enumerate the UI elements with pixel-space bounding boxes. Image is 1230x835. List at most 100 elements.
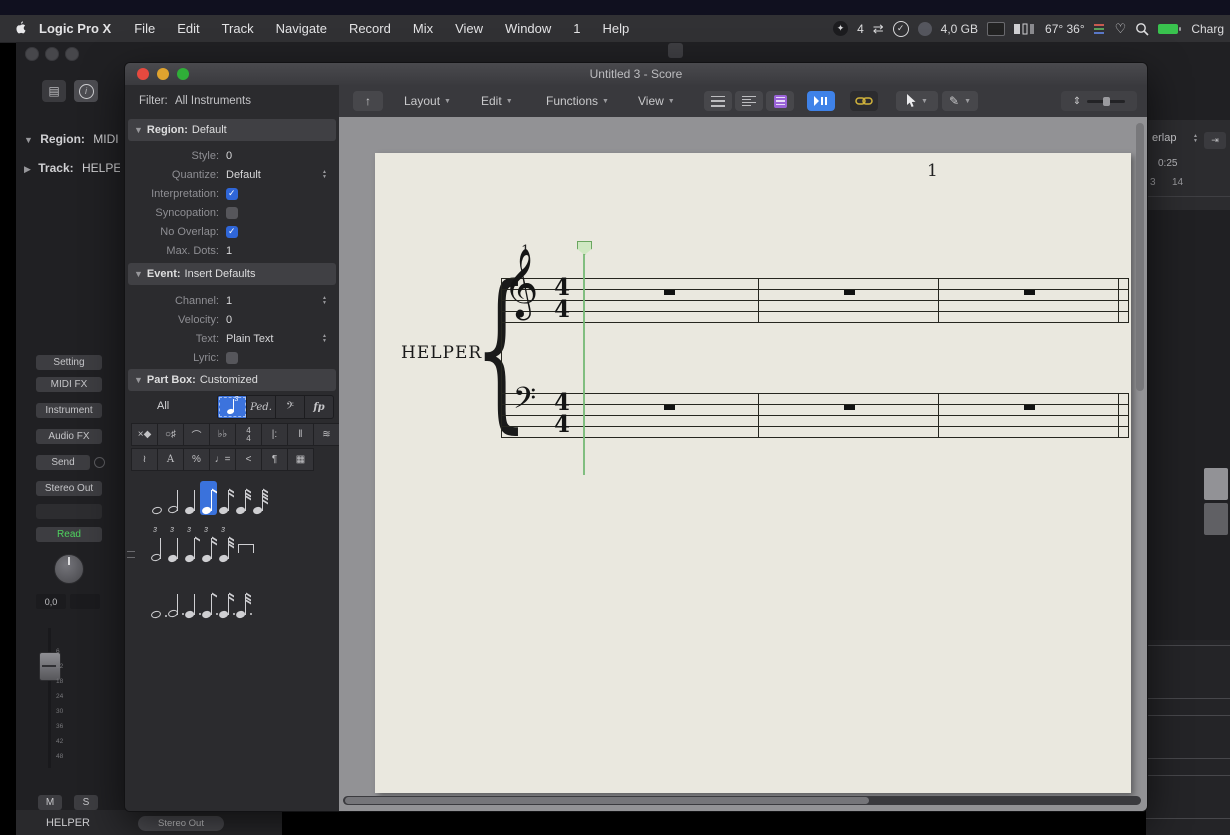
charging-battery-icon[interactable]	[1158, 23, 1182, 35]
notification-badge-icon[interactable]: ✦	[833, 21, 849, 36]
quantize-value[interactable]: Default	[226, 169, 261, 181]
region-section-header[interactable]: ▼ Region: Default	[128, 119, 336, 141]
whole-rest[interactable]	[1024, 290, 1035, 295]
text-stepper[interactable]: ▲ ▼	[322, 334, 327, 343]
display-icon[interactable]	[987, 21, 1006, 36]
inspector-tab-quickhelp[interactable]: ▤	[42, 80, 66, 102]
tuplet-bracket-cell[interactable]	[237, 529, 254, 563]
repeat-barline-button[interactable]: |:	[261, 423, 288, 446]
colored-list-icon[interactable]	[1093, 23, 1106, 35]
pan-knob[interactable]	[54, 554, 84, 584]
part-box-all-tab[interactable]: All	[157, 400, 169, 412]
max-dots-value[interactable]: 1	[226, 245, 232, 257]
setting-button[interactable]: Setting	[36, 355, 102, 370]
whole-rest[interactable]	[844, 290, 855, 295]
solo-button[interactable]: S	[74, 795, 98, 810]
pointer-tool-button[interactable]: ▼	[896, 91, 938, 111]
event-section-header[interactable]: ▼ Event: Insert Defaults	[128, 263, 336, 285]
note-eighth-cell-selected[interactable]	[200, 481, 217, 515]
vertical-scrollbar[interactable]	[1136, 123, 1144, 391]
menu-navigate[interactable]: Navigate	[265, 21, 338, 36]
gain-value-box[interactable]	[70, 594, 100, 609]
apple-menu-icon[interactable]	[14, 21, 27, 36]
automation-read-button[interactable]: Read	[36, 527, 102, 542]
functions-menu[interactable]: Functions ▼	[546, 85, 609, 117]
menu-view[interactable]: View	[444, 21, 494, 36]
output-name-button[interactable]: Stereo Out	[138, 816, 224, 831]
stereo-out-button[interactable]: Stereo Out	[36, 481, 102, 496]
menu-track[interactable]: Track	[211, 21, 265, 36]
bg-close-button[interactable]	[25, 47, 39, 61]
note-sixteenth-cell[interactable]	[217, 481, 234, 515]
tremolo-button[interactable]: ≋	[313, 423, 340, 446]
bg-scroll-block-light[interactable]	[1204, 468, 1228, 500]
zoom-slider[interactable]	[1087, 96, 1126, 106]
channel-value[interactable]: 1	[226, 295, 232, 307]
send-button[interactable]: Send	[36, 455, 90, 470]
score-page[interactable]: 1 1 HELPER { 𝄞 𝄢 4 4 4 4	[375, 153, 1131, 793]
dotted-eighth-cell[interactable]	[200, 585, 218, 619]
assistant-icon[interactable]	[917, 21, 932, 36]
text-a-button[interactable]: A	[157, 448, 184, 471]
triplet-sixteenth-cell[interactable]: 3	[200, 527, 217, 563]
part-box-section-header[interactable]: ▼ Part Box: Customized	[128, 369, 336, 391]
text-value[interactable]: Plain Text	[226, 333, 274, 345]
score-titlebar[interactable]: Untitled 3 - Score	[125, 63, 1147, 86]
zoom-control[interactable]: ⇕	[1061, 91, 1137, 111]
filter-row[interactable]: Filter: All Instruments	[139, 95, 251, 107]
zoom-slider-thumb[interactable]	[1103, 96, 1111, 106]
sync-icon[interactable]: ⇄	[873, 21, 884, 37]
flats-button[interactable]: ♭♭	[209, 423, 236, 446]
dotted-half-cell[interactable]	[166, 585, 184, 619]
menu-file[interactable]: File	[123, 21, 166, 36]
panel-resize-handle[interactable]	[127, 551, 135, 558]
key-signature-button[interactable]: ○♯	[157, 423, 184, 446]
midi-fx-button[interactable]: MIDI FX	[36, 377, 102, 392]
bg-collapse-button[interactable]: ⇥	[1204, 132, 1226, 149]
horizontal-scrollbar-thumb[interactable]	[345, 797, 869, 804]
syncopation-checkbox[interactable]	[226, 206, 238, 219]
note-quarter-cell[interactable]	[183, 481, 200, 515]
link-button[interactable]	[850, 91, 878, 111]
audio-fx-button[interactable]: Audio FX	[36, 429, 102, 444]
rest-button[interactable]: ≀	[131, 448, 158, 471]
wrapped-view-button[interactable]	[735, 91, 763, 111]
triplet-half-cell[interactable]: 3	[149, 527, 166, 563]
velocity-value[interactable]: 0	[226, 314, 232, 326]
whole-rest[interactable]	[1024, 405, 1035, 410]
pan-value[interactable]: 0,0	[36, 594, 66, 609]
send-knob-icon[interactable]	[94, 457, 105, 468]
whole-rest[interactable]	[664, 290, 675, 295]
channel-stepper[interactable]: ▲ ▼	[322, 296, 327, 305]
heart-icon[interactable]: ♡	[1115, 21, 1127, 37]
crescendo-button[interactable]: <	[235, 448, 262, 471]
edit-menu[interactable]: Edit ▼	[481, 85, 513, 117]
clef-button[interactable]: 𝄢	[276, 396, 305, 418]
midi-in-button[interactable]	[807, 91, 835, 111]
style-value[interactable]: 0	[226, 150, 232, 162]
menu-help[interactable]: Help	[592, 21, 641, 36]
note-thirtysecond-cell[interactable]	[234, 481, 251, 515]
linear-view-button[interactable]	[704, 91, 732, 111]
dotted-sixteenth-cell[interactable]	[217, 585, 235, 619]
disclosure-down-icon[interactable]: ▼	[24, 135, 33, 145]
note-half-cell[interactable]	[166, 481, 183, 515]
bg-zoom-button[interactable]	[65, 47, 79, 61]
bg-minimize-button[interactable]	[45, 47, 59, 61]
tuplet-note-button[interactable]: 3	[218, 396, 247, 418]
whole-rest[interactable]	[844, 405, 855, 410]
battery-outline-icon[interactable]	[1014, 23, 1036, 35]
accidental-button[interactable]: ×◆	[131, 423, 158, 446]
triplet-quarter-cell[interactable]: 3	[166, 527, 183, 563]
view-menu[interactable]: View ▼	[638, 85, 675, 117]
whole-rest[interactable]	[664, 405, 675, 410]
bg-overlap-stepper[interactable]: ▲ ▼	[1193, 134, 1198, 143]
inspector-tab-info[interactable]: i	[74, 80, 98, 102]
time-signature-button[interactable]: 44	[235, 423, 262, 446]
slur-button[interactable]: ⌒	[183, 423, 210, 446]
repeat-symbol-button[interactable]: %	[183, 448, 210, 471]
fader-track[interactable]	[48, 628, 51, 768]
time-machine-icon[interactable]: ✓	[892, 20, 909, 37]
paragraph-button[interactable]: ¶	[261, 448, 288, 471]
dotted-thirtysecond-cell[interactable]	[234, 585, 252, 619]
